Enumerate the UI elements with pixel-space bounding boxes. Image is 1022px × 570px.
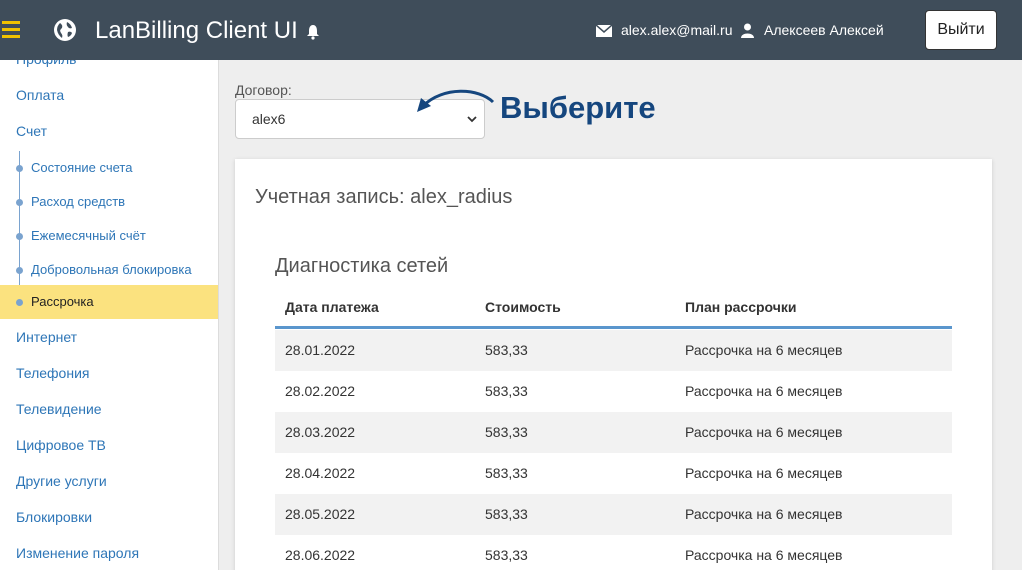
menu-icon[interactable] xyxy=(2,21,20,38)
sidebar-subitem-voluntary-block[interactable]: Добровольная блокировка xyxy=(0,253,200,287)
section-title: Диагностика сетей xyxy=(275,255,449,277)
user-name: Алексеев Алексей xyxy=(764,22,884,38)
table-row: 28.04.2022 583,33 Рассрочка на 6 месяцев xyxy=(275,453,952,494)
sidebar-subitem-monthly-invoice[interactable]: Ежемесячный счёт xyxy=(0,219,218,253)
sidebar-item-profile[interactable]: Профиль xyxy=(0,60,218,76)
table-row: 28.05.2022 583,33 Рассрочка на 6 месяцев xyxy=(275,494,952,535)
cell-plan: Рассрочка на 6 месяцев xyxy=(685,342,843,358)
app-title: LanBilling Client UI xyxy=(95,17,298,44)
sidebar-subitem-installment[interactable]: Рассрочка xyxy=(0,285,218,319)
sidebar-item-change-password[interactable]: Изменение пароля xyxy=(0,536,218,570)
account-title: Учетная запись: alex_radius xyxy=(255,186,513,208)
cell-plan: Рассрочка на 6 месяцев xyxy=(685,547,843,563)
cell-plan: Рассрочка на 6 месяцев xyxy=(685,383,843,399)
column-header-plan: План рассрочки xyxy=(685,299,797,315)
column-header-date: Дата платежа xyxy=(285,299,379,315)
cell-date: 28.01.2022 xyxy=(285,342,356,358)
sidebar-subitem-expenses[interactable]: Расход средств xyxy=(0,185,218,219)
column-header-cost: Стоимость xyxy=(485,299,561,315)
sidebar-item-television[interactable]: Телевидение xyxy=(0,392,218,426)
table-row: 28.06.2022 583,33 Рассрочка на 6 месяцев xyxy=(275,535,952,570)
submenu-dot xyxy=(16,299,23,306)
sidebar-subitem-balance[interactable]: Состояние счета xyxy=(0,151,218,185)
cell-cost: 583,33 xyxy=(485,547,528,563)
table-header: Дата платежа Стоимость План рассрочки xyxy=(275,287,952,329)
user-icon xyxy=(741,23,754,38)
top-header: LanBilling Client UI alex.alex@mail.ru А… xyxy=(0,0,1022,60)
sidebar: Профиль Оплата Счет Состояние счета Расх… xyxy=(0,60,219,570)
envelope-icon xyxy=(596,25,612,37)
sidebar-item-other-services[interactable]: Другие услуги xyxy=(0,464,218,498)
cell-date: 28.04.2022 xyxy=(285,465,356,481)
bell-icon[interactable] xyxy=(306,24,320,40)
contract-label: Договор: xyxy=(235,82,292,98)
cell-date: 28.03.2022 xyxy=(285,424,356,440)
table-row: 28.01.2022 583,33 Рассрочка на 6 месяцев xyxy=(275,330,952,371)
cell-plan: Рассрочка на 6 месяцев xyxy=(685,506,843,522)
table-row: 28.02.2022 583,33 Рассрочка на 6 месяцев xyxy=(275,371,952,412)
globe-icon xyxy=(54,19,76,41)
cell-date: 28.02.2022 xyxy=(285,383,356,399)
cell-plan: Рассрочка на 6 месяцев xyxy=(685,465,843,481)
cell-cost: 583,33 xyxy=(485,506,528,522)
user-email: alex.alex@mail.ru xyxy=(621,22,733,38)
cell-cost: 583,33 xyxy=(485,342,528,358)
table-row: 28.03.2022 583,33 Рассрочка на 6 месяцев xyxy=(275,412,952,453)
main-card: Учетная запись: alex_radius Диагностика … xyxy=(235,159,992,570)
cell-plan: Рассрочка на 6 месяцев xyxy=(685,424,843,440)
sidebar-item-internet[interactable]: Интернет xyxy=(0,320,218,354)
cell-date: 28.05.2022 xyxy=(285,506,356,522)
logout-button[interactable]: Выйти xyxy=(925,10,997,50)
cell-cost: 583,33 xyxy=(485,465,528,481)
contract-selected-value: alex6 xyxy=(252,111,286,127)
sidebar-item-account[interactable]: Счет xyxy=(0,114,218,148)
cell-cost: 583,33 xyxy=(485,383,528,399)
sidebar-item-telephony[interactable]: Телефония xyxy=(0,356,218,390)
sidebar-item-digital-tv[interactable]: Цифровое ТВ xyxy=(0,428,218,462)
arrow-left-icon xyxy=(417,89,495,112)
select-hint: Выберите xyxy=(500,90,656,125)
sidebar-item-payment[interactable]: Оплата xyxy=(0,78,218,112)
cell-date: 28.06.2022 xyxy=(285,547,356,563)
sidebar-item-blocks[interactable]: Блокировки xyxy=(0,500,218,534)
cell-cost: 583,33 xyxy=(485,424,528,440)
